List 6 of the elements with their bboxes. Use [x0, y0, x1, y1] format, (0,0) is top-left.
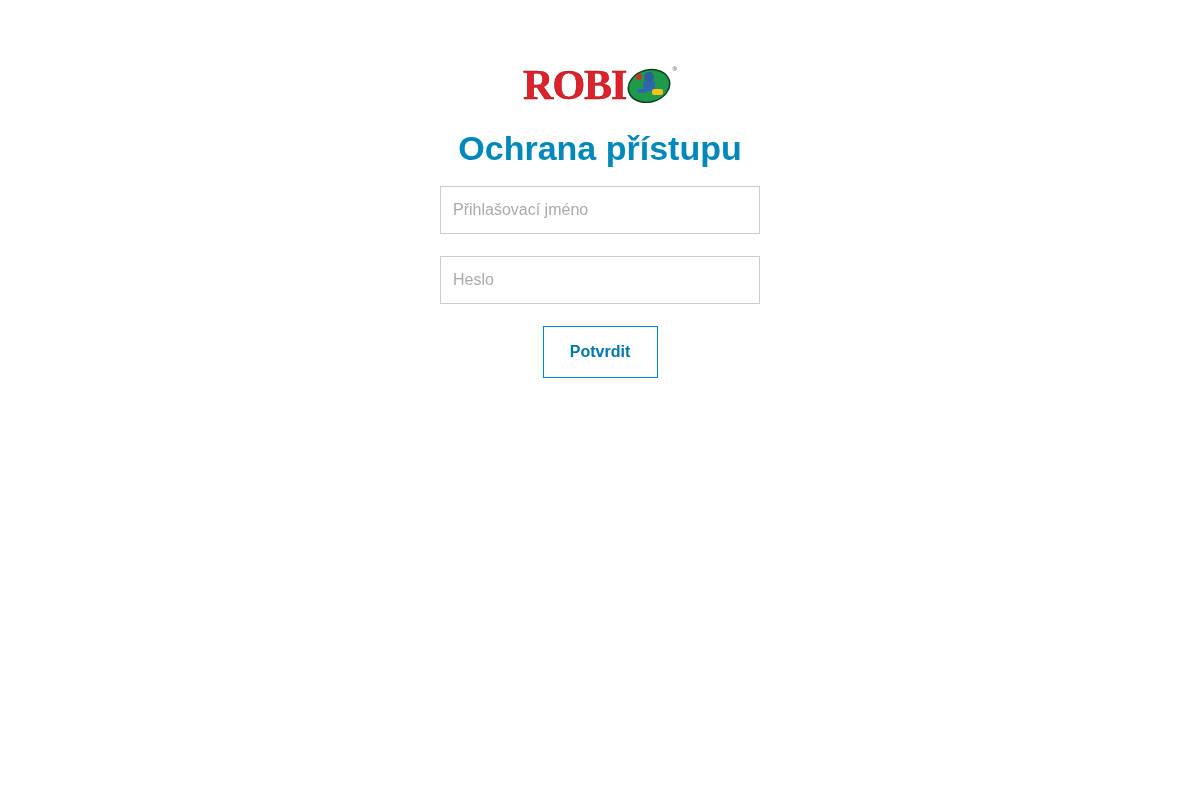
input-field[interactable]: Přihlašovací jméno — [440, 186, 760, 234]
input-field[interactable]: Heslo — [440, 256, 760, 304]
confirm-button[interactable]: Potvrdit — [542, 326, 658, 378]
page-title: Ochrana přístupu — [458, 128, 742, 168]
logo-text: ROBI — [523, 64, 627, 106]
mascot-logo-icon — [627, 67, 672, 103]
